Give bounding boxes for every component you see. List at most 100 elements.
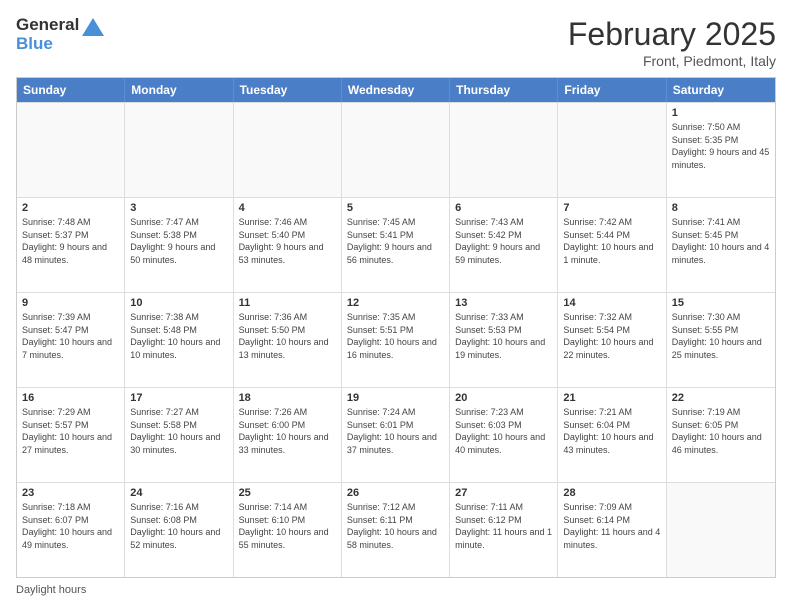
day-number: 6 [455, 202, 552, 214]
calendar-cell: 13 Sunrise: 7:33 AM Sunset: 5:53 PM Dayli… [450, 293, 558, 387]
logo: General Blue [16, 16, 104, 53]
calendar-cell: 24 Sunrise: 7:16 AM Sunset: 6:08 PM Dayli… [125, 483, 233, 577]
day-info: Sunrise: 7:16 AM Sunset: 6:08 PM Dayligh… [130, 501, 227, 551]
footer: Daylight hours [16, 584, 776, 596]
logo-icon [82, 18, 104, 40]
day-number: 7 [563, 202, 660, 214]
day-number: 3 [130, 202, 227, 214]
day-number: 16 [22, 392, 119, 404]
day-number: 27 [455, 487, 552, 499]
day-number: 20 [455, 392, 552, 404]
day-number: 15 [672, 297, 770, 309]
logo-blue: Blue [16, 35, 79, 54]
logo-text: General Blue [16, 16, 79, 53]
day-number: 4 [239, 202, 336, 214]
calendar-cell: 14 Sunrise: 7:32 AM Sunset: 5:54 PM Dayli… [558, 293, 666, 387]
day-info: Sunrise: 7:43 AM Sunset: 5:42 PM Dayligh… [455, 216, 552, 266]
day-number: 24 [130, 487, 227, 499]
day-info: Sunrise: 7:46 AM Sunset: 5:40 PM Dayligh… [239, 216, 336, 266]
calendar-header: SundayMondayTuesdayWednesdayThursdayFrid… [17, 78, 775, 102]
calendar-cell: 2Sunrise: 7:48 AM Sunset: 5:37 PM Daylig… [17, 198, 125, 292]
day-info: Sunrise: 7:42 AM Sunset: 5:44 PM Dayligh… [563, 216, 660, 266]
day-info: Sunrise: 7:26 AM Sunset: 6:00 PM Dayligh… [239, 406, 336, 456]
day-info: Sunrise: 7:29 AM Sunset: 5:57 PM Dayligh… [22, 406, 119, 456]
calendar-body: 1 Sunrise: 7:50 AM Sunset: 5:35 PM Daylig… [17, 102, 775, 577]
calendar-cell: 18 Sunrise: 7:26 AM Sunset: 6:00 PM Dayli… [234, 388, 342, 482]
day-info: Sunrise: 7:50 AM Sunset: 5:35 PM Dayligh… [672, 121, 770, 171]
day-info: Sunrise: 7:33 AM Sunset: 5:53 PM Dayligh… [455, 311, 552, 361]
calendar-cell: 23 Sunrise: 7:18 AM Sunset: 6:07 PM Dayli… [17, 483, 125, 577]
day-info: Sunrise: 7:11 AM Sunset: 6:12 PM Dayligh… [455, 501, 552, 551]
day-number: 8 [672, 202, 770, 214]
calendar-cell: 8 Sunrise: 7:41 AM Sunset: 5:45 PM Daylig… [667, 198, 775, 292]
calendar-cell: 27 Sunrise: 7:11 AM Sunset: 6:12 PM Dayli… [450, 483, 558, 577]
calendar-cell [125, 103, 233, 197]
day-number: 11 [239, 297, 336, 309]
day-info: Sunrise: 7:47 AM Sunset: 5:38 PM Dayligh… [130, 216, 227, 266]
day-number: 26 [347, 487, 444, 499]
day-info: Sunrise: 7:23 AM Sunset: 6:03 PM Dayligh… [455, 406, 552, 456]
day-info: Sunrise: 7:21 AM Sunset: 6:04 PM Dayligh… [563, 406, 660, 456]
day-number: 23 [22, 487, 119, 499]
day-number: 5 [347, 202, 444, 214]
calendar-cell: 9 Sunrise: 7:39 AM Sunset: 5:47 PM Daylig… [17, 293, 125, 387]
calendar-row-3: 9 Sunrise: 7:39 AM Sunset: 5:47 PM Daylig… [17, 292, 775, 387]
calendar-cell [342, 103, 450, 197]
day-number: 25 [239, 487, 336, 499]
calendar-cell: 3 Sunrise: 7:47 AM Sunset: 5:38 PM Daylig… [125, 198, 233, 292]
day-info: Sunrise: 7:18 AM Sunset: 6:07 PM Dayligh… [22, 501, 119, 551]
logo-general: General [16, 16, 79, 35]
calendar-cell: 4 Sunrise: 7:46 AM Sunset: 5:40 PM Daylig… [234, 198, 342, 292]
day-number: 12 [347, 297, 444, 309]
calendar-cell: 10 Sunrise: 7:38 AM Sunset: 5:48 PM Dayli… [125, 293, 233, 387]
day-number: 9 [22, 297, 119, 309]
calendar-row-2: 2Sunrise: 7:48 AM Sunset: 5:37 PM Daylig… [17, 197, 775, 292]
calendar-cell [450, 103, 558, 197]
day-info: Sunrise: 7:45 AM Sunset: 5:41 PM Dayligh… [347, 216, 444, 266]
header-day-tuesday: Tuesday [234, 78, 342, 102]
header-day-wednesday: Wednesday [342, 78, 450, 102]
calendar-cell: 11 Sunrise: 7:36 AM Sunset: 5:50 PM Dayli… [234, 293, 342, 387]
day-info: Sunrise: 7:41 AM Sunset: 5:45 PM Dayligh… [672, 216, 770, 266]
day-info: Sunrise: 7:19 AM Sunset: 6:05 PM Dayligh… [672, 406, 770, 456]
header: General Blue February 2025 Front, Piedmo… [16, 16, 776, 69]
day-number: 22 [672, 392, 770, 404]
month-title: February 2025 [568, 16, 776, 53]
calendar-cell: 19 Sunrise: 7:24 AM Sunset: 6:01 PM Dayli… [342, 388, 450, 482]
day-info: Sunrise: 7:38 AM Sunset: 5:48 PM Dayligh… [130, 311, 227, 361]
calendar-cell: 7 Sunrise: 7:42 AM Sunset: 5:44 PM Daylig… [558, 198, 666, 292]
calendar-row-4: 16 Sunrise: 7:29 AM Sunset: 5:57 PM Dayli… [17, 387, 775, 482]
day-info: Sunrise: 7:24 AM Sunset: 6:01 PM Dayligh… [347, 406, 444, 456]
calendar-cell: 17Sunrise: 7:27 AM Sunset: 5:58 PM Dayli… [125, 388, 233, 482]
day-info: Sunrise: 7:30 AM Sunset: 5:55 PM Dayligh… [672, 311, 770, 361]
day-info: Sunrise: 7:09 AM Sunset: 6:14 PM Dayligh… [563, 501, 660, 551]
day-info: Sunrise: 7:14 AM Sunset: 6:10 PM Dayligh… [239, 501, 336, 551]
day-number: 19 [347, 392, 444, 404]
daylight-label: Daylight hours [16, 584, 86, 596]
day-number: 13 [455, 297, 552, 309]
calendar-cell [234, 103, 342, 197]
calendar-cell: 5 Sunrise: 7:45 AM Sunset: 5:41 PM Daylig… [342, 198, 450, 292]
day-number: 18 [239, 392, 336, 404]
day-info: Sunrise: 7:36 AM Sunset: 5:50 PM Dayligh… [239, 311, 336, 361]
day-info: Sunrise: 7:39 AM Sunset: 5:47 PM Dayligh… [22, 311, 119, 361]
calendar-cell: 21 Sunrise: 7:21 AM Sunset: 6:04 PM Dayli… [558, 388, 666, 482]
calendar-cell: 15 Sunrise: 7:30 AM Sunset: 5:55 PM Dayli… [667, 293, 775, 387]
day-info: Sunrise: 7:48 AM Sunset: 5:37 PM Dayligh… [22, 216, 119, 266]
day-info: Sunrise: 7:32 AM Sunset: 5:54 PM Dayligh… [563, 311, 660, 361]
day-number: 1 [672, 107, 770, 119]
day-number: 14 [563, 297, 660, 309]
calendar-row-1: 1 Sunrise: 7:50 AM Sunset: 5:35 PM Daylig… [17, 102, 775, 197]
calendar-cell: 28Sunrise: 7:09 AM Sunset: 6:14 PM Dayli… [558, 483, 666, 577]
calendar: SundayMondayTuesdayWednesdayThursdayFrid… [16, 77, 776, 578]
calendar-cell: 26Sunrise: 7:12 AM Sunset: 6:11 PM Dayli… [342, 483, 450, 577]
header-day-friday: Friday [558, 78, 666, 102]
day-number: 21 [563, 392, 660, 404]
day-info: Sunrise: 7:27 AM Sunset: 5:58 PM Dayligh… [130, 406, 227, 456]
header-day-monday: Monday [125, 78, 233, 102]
calendar-cell: 16 Sunrise: 7:29 AM Sunset: 5:57 PM Dayli… [17, 388, 125, 482]
title-block: February 2025 Front, Piedmont, Italy [568, 16, 776, 69]
header-day-saturday: Saturday [667, 78, 775, 102]
day-number: 10 [130, 297, 227, 309]
calendar-cell [17, 103, 125, 197]
